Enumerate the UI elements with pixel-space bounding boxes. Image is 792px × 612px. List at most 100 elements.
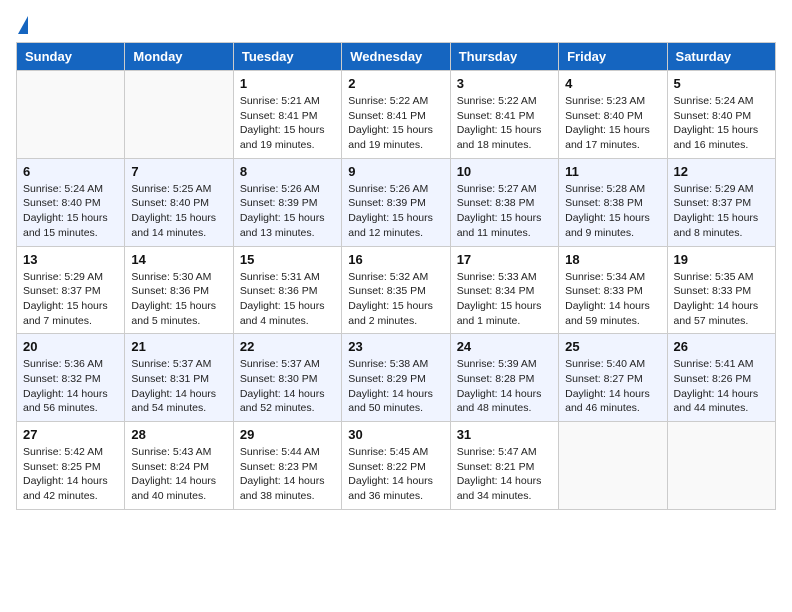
calendar-cell: 11Sunrise: 5:28 AMSunset: 8:38 PMDayligh… [559, 158, 667, 246]
calendar-cell: 7 Sunrise: 5:25 AMSunset: 8:40 PMDaylight… [125, 158, 233, 246]
day-number: 16 [348, 252, 443, 267]
day-info: Sunrise: 5:37 AMSunset: 8:31 PMDaylight:… [131, 357, 226, 416]
calendar-cell: 9 Sunrise: 5:26 AMSunset: 8:39 PMDaylight… [342, 158, 450, 246]
calendar-cell: 1 Sunrise: 5:21 AMSunset: 8:41 PMDaylight… [233, 71, 341, 159]
calendar-cell: 25 Sunrise: 5:40 AMSunset: 8:27 PMDayligh… [559, 334, 667, 422]
calendar-week-row: 27 Sunrise: 5:42 AMSunset: 8:25 PMDayligh… [17, 422, 776, 510]
day-number: 2 [348, 76, 443, 91]
calendar-cell: 13 Sunrise: 5:29 AMSunset: 8:37 PMDayligh… [17, 246, 125, 334]
header-saturday: Saturday [667, 43, 775, 71]
day-info: Sunrise: 5:26 AMSunset: 8:39 PMDaylight:… [348, 182, 443, 241]
calendar-cell: 5 Sunrise: 5:24 AMSunset: 8:40 PMDaylight… [667, 71, 775, 159]
day-info: Sunrise: 5:44 AMSunset: 8:23 PMDaylight:… [240, 445, 335, 504]
day-number: 19 [674, 252, 769, 267]
day-info: Sunrise: 5:43 AMSunset: 8:24 PMDaylight:… [131, 445, 226, 504]
day-number: 23 [348, 339, 443, 354]
day-info: Sunrise: 5:42 AMSunset: 8:25 PMDaylight:… [23, 445, 118, 504]
calendar-week-row: 13 Sunrise: 5:29 AMSunset: 8:37 PMDayligh… [17, 246, 776, 334]
day-info: Sunrise: 5:32 AMSunset: 8:35 PMDaylight:… [348, 270, 443, 329]
day-info: Sunrise: 5:41 AMSunset: 8:26 PMDaylight:… [674, 357, 769, 416]
calendar-cell: 26Sunrise: 5:41 AMSunset: 8:26 PMDayligh… [667, 334, 775, 422]
day-number: 17 [457, 252, 552, 267]
day-number: 27 [23, 427, 118, 442]
day-info: Sunrise: 5:29 AMSunset: 8:37 PMDaylight:… [23, 270, 118, 329]
day-number: 28 [131, 427, 226, 442]
calendar-cell: 23Sunrise: 5:38 AMSunset: 8:29 PMDayligh… [342, 334, 450, 422]
calendar-cell [559, 422, 667, 510]
day-info: Sunrise: 5:30 AMSunset: 8:36 PMDaylight:… [131, 270, 226, 329]
calendar-cell: 29 Sunrise: 5:44 AMSunset: 8:23 PMDayligh… [233, 422, 341, 510]
day-number: 5 [674, 76, 769, 91]
calendar-cell: 6Sunrise: 5:24 AMSunset: 8:40 PMDaylight… [17, 158, 125, 246]
header-monday: Monday [125, 43, 233, 71]
day-number: 29 [240, 427, 335, 442]
header-friday: Friday [559, 43, 667, 71]
calendar-cell: 21Sunrise: 5:37 AMSunset: 8:31 PMDayligh… [125, 334, 233, 422]
calendar-week-row: 6Sunrise: 5:24 AMSunset: 8:40 PMDaylight… [17, 158, 776, 246]
calendar-week-row: 1 Sunrise: 5:21 AMSunset: 8:41 PMDaylight… [17, 71, 776, 159]
day-number: 4 [565, 76, 660, 91]
calendar-cell: 27 Sunrise: 5:42 AMSunset: 8:25 PMDayligh… [17, 422, 125, 510]
calendar-cell: 24 Sunrise: 5:39 AMSunset: 8:28 PMDayligh… [450, 334, 558, 422]
calendar-cell: 8Sunrise: 5:26 AMSunset: 8:39 PMDaylight… [233, 158, 341, 246]
day-info: Sunrise: 5:31 AMSunset: 8:36 PMDaylight:… [240, 270, 335, 329]
calendar-header-row: SundayMondayTuesdayWednesdayThursdayFrid… [17, 43, 776, 71]
calendar-cell: 20 Sunrise: 5:36 AMSunset: 8:32 PMDayligh… [17, 334, 125, 422]
day-info: Sunrise: 5:25 AMSunset: 8:40 PMDaylight:… [131, 182, 226, 241]
day-number: 1 [240, 76, 335, 91]
calendar-cell: 2 Sunrise: 5:22 AMSunset: 8:41 PMDaylight… [342, 71, 450, 159]
day-number: 9 [348, 164, 443, 179]
calendar-cell [17, 71, 125, 159]
day-number: 25 [565, 339, 660, 354]
day-info: Sunrise: 5:21 AMSunset: 8:41 PMDaylight:… [240, 94, 335, 153]
calendar-cell: 15 Sunrise: 5:31 AMSunset: 8:36 PMDayligh… [233, 246, 341, 334]
header-tuesday: Tuesday [233, 43, 341, 71]
logo [16, 16, 28, 34]
calendar-cell: 30 Sunrise: 5:45 AMSunset: 8:22 PMDayligh… [342, 422, 450, 510]
calendar-cell: 10Sunrise: 5:27 AMSunset: 8:38 PMDayligh… [450, 158, 558, 246]
day-info: Sunrise: 5:22 AMSunset: 8:41 PMDaylight:… [348, 94, 443, 153]
day-info: Sunrise: 5:27 AMSunset: 8:38 PMDaylight:… [457, 182, 552, 241]
day-number: 12 [674, 164, 769, 179]
day-number: 24 [457, 339, 552, 354]
calendar-cell: 12 Sunrise: 5:29 AMSunset: 8:37 PMDayligh… [667, 158, 775, 246]
calendar-cell: 4 Sunrise: 5:23 AMSunset: 8:40 PMDaylight… [559, 71, 667, 159]
day-number: 3 [457, 76, 552, 91]
day-info: Sunrise: 5:40 AMSunset: 8:27 PMDaylight:… [565, 357, 660, 416]
calendar-cell: 17Sunrise: 5:33 AMSunset: 8:34 PMDayligh… [450, 246, 558, 334]
day-number: 18 [565, 252, 660, 267]
header-thursday: Thursday [450, 43, 558, 71]
day-number: 6 [23, 164, 118, 179]
day-number: 14 [131, 252, 226, 267]
day-info: Sunrise: 5:24 AMSunset: 8:40 PMDaylight:… [674, 94, 769, 153]
calendar-table: SundayMondayTuesdayWednesdayThursdayFrid… [16, 42, 776, 510]
day-number: 20 [23, 339, 118, 354]
day-number: 13 [23, 252, 118, 267]
day-number: 11 [565, 164, 660, 179]
day-info: Sunrise: 5:29 AMSunset: 8:37 PMDaylight:… [674, 182, 769, 241]
day-number: 22 [240, 339, 335, 354]
calendar-cell [125, 71, 233, 159]
page-header [16, 16, 776, 34]
day-info: Sunrise: 5:35 AMSunset: 8:33 PMDaylight:… [674, 270, 769, 329]
calendar-cell: 16 Sunrise: 5:32 AMSunset: 8:35 PMDayligh… [342, 246, 450, 334]
calendar-cell: 18Sunrise: 5:34 AMSunset: 8:33 PMDayligh… [559, 246, 667, 334]
calendar-cell [667, 422, 775, 510]
day-info: Sunrise: 5:23 AMSunset: 8:40 PMDaylight:… [565, 94, 660, 153]
day-info: Sunrise: 5:39 AMSunset: 8:28 PMDaylight:… [457, 357, 552, 416]
day-info: Sunrise: 5:47 AMSunset: 8:21 PMDaylight:… [457, 445, 552, 504]
day-number: 8 [240, 164, 335, 179]
calendar-week-row: 20 Sunrise: 5:36 AMSunset: 8:32 PMDayligh… [17, 334, 776, 422]
day-number: 31 [457, 427, 552, 442]
calendar-cell: 28 Sunrise: 5:43 AMSunset: 8:24 PMDayligh… [125, 422, 233, 510]
day-info: Sunrise: 5:36 AMSunset: 8:32 PMDaylight:… [23, 357, 118, 416]
day-number: 30 [348, 427, 443, 442]
day-number: 7 [131, 164, 226, 179]
logo-triangle-icon [18, 16, 28, 34]
day-info: Sunrise: 5:45 AMSunset: 8:22 PMDaylight:… [348, 445, 443, 504]
day-info: Sunrise: 5:37 AMSunset: 8:30 PMDaylight:… [240, 357, 335, 416]
calendar-cell: 14 Sunrise: 5:30 AMSunset: 8:36 PMDayligh… [125, 246, 233, 334]
day-info: Sunrise: 5:22 AMSunset: 8:41 PMDaylight:… [457, 94, 552, 153]
day-number: 15 [240, 252, 335, 267]
calendar-cell: 19 Sunrise: 5:35 AMSunset: 8:33 PMDayligh… [667, 246, 775, 334]
